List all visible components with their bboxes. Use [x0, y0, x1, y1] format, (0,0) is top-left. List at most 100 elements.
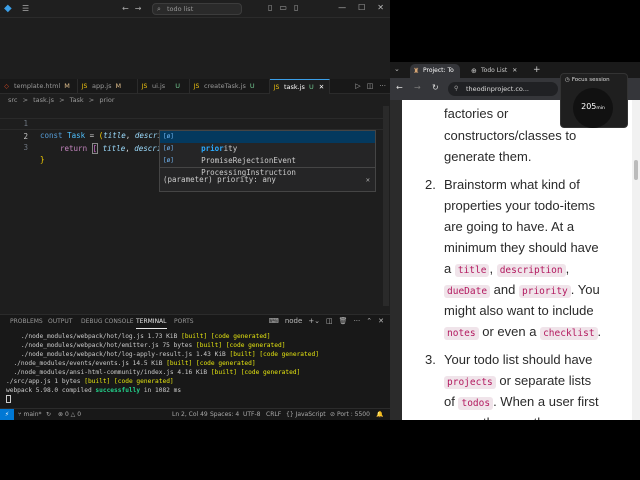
focus-minutes: 205 — [581, 102, 597, 111]
maximize-panel-icon[interactable]: ⌃ — [366, 317, 372, 325]
browser-tab-todo-list[interactable]: ⊕ Todo List ✕ — [468, 64, 528, 78]
token: [ — [91, 143, 99, 154]
maximize-icon[interactable]: ☐ — [358, 3, 365, 12]
toggle-secondary-sidebar-icon[interactable]: ▯ — [294, 3, 298, 12]
paragraph-text: minimum they should have — [444, 240, 599, 255]
close-icon[interactable]: ✕ — [378, 317, 384, 325]
html-icon: ◇ — [4, 83, 9, 90]
tab-app-js[interactable]: JS app.js M — [78, 79, 138, 94]
vscode-logo-icon: ◆ — [4, 3, 12, 14]
toggle-panel-icon[interactable]: ▭ — [279, 3, 287, 12]
paragraph-text: might also want to include — [444, 303, 594, 318]
paragraph-text: properties your todo-items — [444, 198, 596, 213]
page-left-strip — [390, 100, 402, 420]
code-pill: projects — [444, 376, 496, 389]
reload-icon[interactable]: ↻ — [432, 83, 439, 92]
terminal-line: webpack 5.98.0 compiled successfully in … — [6, 387, 182, 394]
trash-icon[interactable]: 🗑 — [339, 317, 348, 325]
command-center-search[interactable]: ⌕ todo list — [152, 3, 242, 15]
web-page[interactable]: factories or constructors/classes to gen… — [390, 100, 640, 420]
tab-label: createTask.js — [204, 82, 246, 90]
terminal-shell-label[interactable]: node — [285, 317, 302, 325]
scroll-thumb[interactable] — [634, 160, 638, 180]
suggestion-detail-text: (parameter) priority: any — [163, 175, 276, 184]
editor-tab-bar: ◇ template.html M JS app.js M JS ui.js U JS… — [0, 79, 390, 94]
tab-search-icon[interactable]: ⌄ — [394, 65, 405, 75]
breadcrumb-file[interactable]: task.js — [33, 96, 54, 104]
breadcrumb: src > task.js > Task > prior — [0, 94, 390, 106]
address-bar[interactable]: ⚲ theodinproject.co... — [448, 82, 558, 96]
back-arrow-icon[interactable]: ← — [396, 83, 403, 92]
tab-problems[interactable]: PROBLEMS — [10, 315, 43, 329]
token: = — [85, 131, 99, 140]
focus-session-widget[interactable]: ◷ Focus session 205min — [560, 73, 628, 128]
add-terminal-icon[interactable]: +⌄ — [308, 317, 320, 325]
globe-icon: ⊕ — [471, 67, 477, 75]
breadcrumb-current[interactable]: prior — [99, 96, 114, 104]
close-tab-icon[interactable]: ✕ — [319, 83, 324, 91]
suggestion-item[interactable]: [ø] PromiseRejectionEvent — [160, 143, 375, 165]
nav-buttons: ← → — [122, 4, 147, 13]
menu-icon[interactable]: ☰ — [22, 4, 29, 13]
terminal-output[interactable]: ./node_modules/webpack/hot/log.js 1.73 K… — [6, 332, 386, 404]
tab-status: M — [64, 82, 70, 90]
terminal-line: ./src/app.js 1 bytes [built] [code gener… — [6, 378, 174, 385]
tab-label: ui.js — [152, 82, 166, 90]
tab-ui-js[interactable]: JS ui.js U — [138, 79, 190, 94]
terminal-line: ./node_modules/webpack/hot/emitter.js 75… — [6, 342, 286, 349]
js-icon: JS — [273, 84, 280, 91]
breadcrumb-src[interactable]: src — [8, 96, 18, 104]
symbol-variable-icon: [ø] — [163, 157, 174, 164]
tab-output[interactable]: OUTPUT — [48, 315, 72, 329]
code-line: 3 } — [0, 130, 44, 164]
language-label: JavaScript — [295, 411, 326, 418]
close-icon[interactable]: ✕ — [377, 3, 384, 12]
focus-timer-value: 205min — [573, 102, 613, 111]
token: const — [40, 131, 63, 140]
line-number: 3 — [23, 143, 28, 152]
focus-unit: min — [596, 106, 605, 111]
paragraph-text: Your todo list should have — [444, 352, 593, 367]
paragraph-text: are going to have. At a — [444, 219, 575, 234]
editor-scrollbar[interactable] — [383, 106, 389, 306]
tab-ports[interactable]: PORTS — [174, 315, 194, 329]
split-editor-icon[interactable]: ◫ — [367, 82, 374, 90]
paragraph-text: opens the app, there — [444, 412, 563, 420]
terminal-prompt — [6, 395, 386, 404]
tab-template-html[interactable]: ◇ template.html M — [0, 79, 78, 94]
forward-arrow-icon[interactable]: → — [414, 83, 421, 92]
tab-label: template.html — [14, 82, 61, 90]
close-icon[interactable]: ✕ — [366, 168, 370, 192]
back-arrow-icon[interactable]: ← — [122, 4, 129, 13]
search-icon: ⌕ — [157, 5, 161, 13]
new-tab-icon[interactable]: + — [533, 65, 541, 75]
tab-debug-console[interactable]: DEBUG CONSOLE — [81, 315, 134, 329]
branch-label: main* — [23, 411, 42, 418]
suggestion-item[interactable]: [ø] ProcessingInstruction — [160, 155, 375, 177]
layout-controls: ▯ ▭ ▯ — [268, 3, 305, 12]
symbol-variable-icon: [ø] — [163, 145, 174, 152]
toggle-sidebar-icon[interactable]: ▯ — [268, 3, 272, 12]
tab-createtask-js[interactable]: JS createTask.js U — [190, 79, 270, 94]
token: title — [102, 144, 126, 153]
forward-arrow-icon[interactable]: → — [135, 4, 142, 13]
more-icon[interactable]: ··· — [379, 82, 386, 90]
breadcrumb-separator: > — [59, 96, 65, 104]
paragraph-text: generate them. — [444, 149, 532, 164]
browser-tab-project[interactable]: ♜ Project: To — [410, 64, 460, 78]
minimize-icon[interactable]: — — [338, 3, 346, 12]
autocomplete-widget: [ø] priority [ø] PromiseRejectionEvent [ø]… — [159, 130, 376, 192]
clock-icon: ◷ — [565, 77, 570, 83]
terminal-icon: ⌨ — [268, 317, 279, 325]
breadcrumb-symbol[interactable]: Task — [70, 96, 84, 104]
list-number: 2. — [425, 177, 436, 192]
more-icon[interactable]: ··· — [354, 317, 361, 325]
tab-terminal[interactable]: TERMINAL — [136, 315, 167, 329]
suggestion-item[interactable]: [ø] priority — [160, 131, 375, 153]
close-tab-icon[interactable]: ✕ — [512, 67, 517, 74]
split-terminal-icon[interactable]: ◫ — [326, 317, 333, 325]
page-scrollbar[interactable] — [632, 100, 640, 420]
run-icon[interactable]: ▷ — [355, 82, 360, 90]
tab-task-js[interactable]: JS task.js U ✕ — [270, 79, 330, 94]
code-pill: todos — [458, 397, 494, 410]
